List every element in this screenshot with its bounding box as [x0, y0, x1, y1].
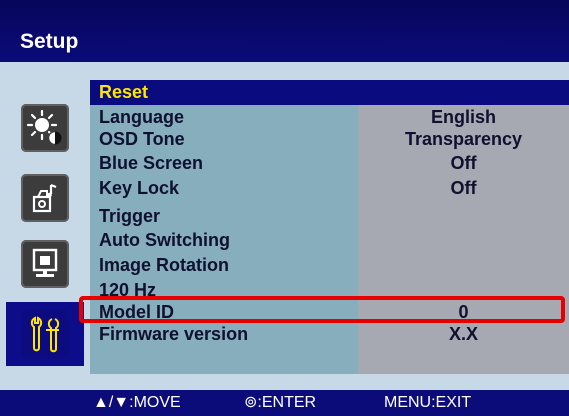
- tab-audio-video[interactable]: [6, 166, 84, 230]
- menu-item-value: Off: [450, 153, 477, 173]
- exit-hint: MENU:EXIT: [384, 394, 472, 411]
- top-divider: [0, 62, 569, 80]
- menu-item-reset[interactable]: Reset: [90, 80, 569, 105]
- tab-setup-tools[interactable]: [6, 302, 84, 366]
- annotation-highlight-box: [79, 296, 565, 323]
- menu-item-label: Blue Screen: [99, 153, 204, 173]
- menu-item-label: Image Rotation: [99, 255, 230, 275]
- menu-item-label: Firmware version: [99, 324, 249, 344]
- menu-item-label: OSD Tone: [99, 129, 185, 149]
- menu-item-value: Off: [450, 178, 477, 198]
- menu-item-label: Auto Switching: [99, 230, 230, 250]
- menu-item-key-lock[interactable]: Key Lock Off: [90, 176, 569, 201]
- menu-item-osd-tone[interactable]: OSD Tone Transparency: [90, 127, 569, 152]
- enter-hint: ⊚:ENTER: [244, 394, 317, 411]
- brightness-contrast-icon: [21, 104, 69, 152]
- sidebar: [0, 80, 90, 374]
- header-bar: Setup: [0, 0, 569, 62]
- tab-brightness[interactable]: [6, 96, 84, 160]
- footer-hints: ▲/▼:MOVE ⊚:ENTER MENU:EXIT: [0, 390, 569, 416]
- menu-item-blue-screen[interactable]: Blue Screen Off: [90, 151, 569, 176]
- tools-icon: [21, 310, 69, 358]
- settings-menu: Reset Language English OSD Tone Transpar…: [90, 80, 569, 374]
- audio-video-icon: [21, 174, 69, 222]
- menu-item-value: Transparency: [404, 129, 523, 149]
- move-hint: ▲/▼:MOVE: [93, 394, 181, 411]
- menu-item-auto-switching[interactable]: Auto Switching: [90, 228, 569, 253]
- menu-item-label: Trigger: [99, 206, 161, 226]
- menu-item-image-rotation[interactable]: Image Rotation: [90, 253, 569, 278]
- menu-item-value: X.X: [448, 324, 478, 344]
- menu-item-firmware-version[interactable]: Firmware version X.X: [90, 324, 569, 344]
- picture-in-picture-icon: [21, 240, 69, 288]
- menu-item-label: Key Lock: [99, 178, 180, 198]
- menu-item-trigger[interactable]: Trigger: [90, 204, 569, 229]
- bottom-divider: [0, 374, 569, 390]
- menu-item-label: Reset: [99, 82, 149, 102]
- page-title: Setup: [20, 30, 79, 53]
- tab-picture[interactable]: [6, 232, 84, 296]
